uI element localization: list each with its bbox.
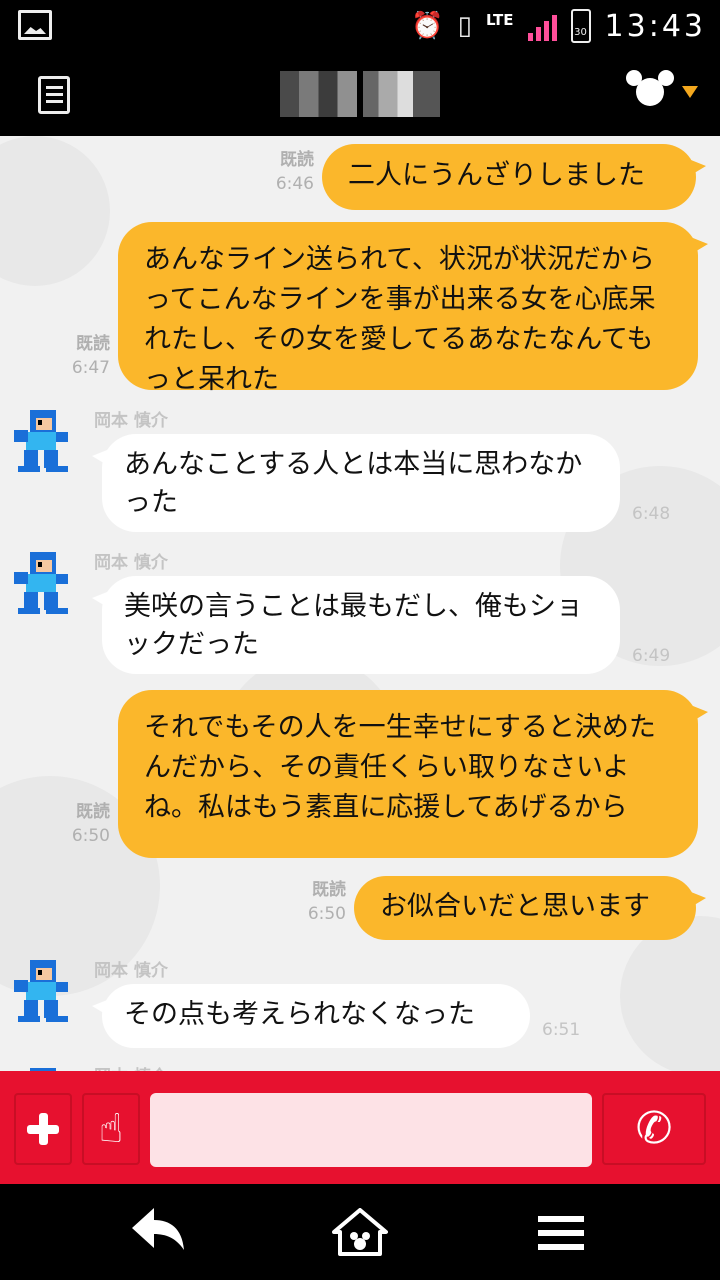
message-time: 6:46 — [275, 174, 314, 194]
incoming-message-bubble[interactable]: 美咲の言うことは最もだし、俺もショックだった — [92, 576, 620, 674]
sender-name: 岡本 慎介 — [94, 553, 168, 573]
menu-button[interactable] — [520, 1198, 600, 1266]
incoming-message-bubble[interactable]: その点も考えられなくなった — [92, 984, 530, 1048]
message-meta: 既読 6:50 — [282, 878, 346, 926]
robot-avatar-icon — [30, 1068, 56, 1071]
input-bar: ☝ ✆ — [0, 1071, 720, 1184]
incoming-message-bubble[interactable]: あんなことする人とは本当に思わなかった — [92, 434, 620, 532]
gallery-notification-icon — [18, 10, 52, 40]
avatar[interactable] — [8, 404, 80, 476]
battery-level: 30 — [574, 27, 587, 38]
message-meta: 既読 6:47 — [46, 332, 110, 380]
outgoing-message-bubble[interactable]: 二人にうんざりしました — [322, 144, 706, 210]
home-button[interactable] — [320, 1198, 400, 1266]
avatar[interactable] — [8, 954, 80, 1026]
add-attachment-button[interactable] — [14, 1093, 72, 1165]
dropdown-arrow-icon — [682, 86, 698, 98]
outgoing-message-bubble[interactable]: あんなライン送られて、状況が状況だからってこんなラインを事が出来る女を心底呆れた… — [118, 222, 708, 395]
message-input[interactable] — [150, 1093, 592, 1167]
message-text: 二人にうんざりしました — [348, 160, 645, 191]
message-time: 6:51 — [542, 1020, 581, 1040]
outgoing-message-bubble[interactable]: それでもその人を一生幸せにすると決めたんだから、その責任くらい取りなさいよね。私… — [118, 690, 708, 858]
message-time: 6:49 — [632, 646, 671, 666]
call-button[interactable]: ✆ — [602, 1093, 706, 1165]
message-meta: 既読 6:46 — [250, 148, 314, 196]
message-time: 6:47 — [71, 358, 110, 378]
mouse-head-icon[interactable] — [626, 70, 698, 116]
vibrate-icon: ▯ — [457, 11, 472, 41]
network-type: LTE — [485, 10, 514, 29]
back-button[interactable] — [118, 1198, 198, 1266]
status-icons: ⏰ ▯ LTE 30 13:43 — [411, 6, 706, 46]
sender-name: 岡本 慎介 — [94, 411, 168, 431]
sticker-button[interactable]: ☝ — [82, 1093, 140, 1165]
chat-area[interactable]: 既読 6:46 二人にうんざりしました 既読 6:47 あんなライン送られて、状… — [0, 136, 720, 1071]
read-receipt: 既読 — [312, 880, 346, 900]
alarm-icon: ⏰ — [411, 11, 444, 41]
read-receipt: 既読 — [280, 150, 314, 170]
signal-icon — [527, 11, 557, 41]
message-text: あんなライン送られて、状況が状況だからってこんなラインを事が出来る女を心底呆れた… — [144, 244, 656, 395]
message-text: あんなことする人とは本当に思わなかった — [124, 449, 583, 518]
back-arrow-icon — [132, 1208, 184, 1250]
status-bar: ⏰ ▯ LTE 30 13:43 — [0, 0, 720, 52]
chat-header — [0, 52, 720, 136]
sender-name: 岡本 慎介 — [94, 961, 168, 981]
robot-avatar-icon — [14, 960, 68, 1022]
avatar[interactable] — [8, 1062, 80, 1071]
phone-icon: ✆ — [635, 1103, 673, 1154]
message-text: お似合いだと思います — [380, 891, 650, 922]
message-time: 6:50 — [71, 826, 110, 846]
sender-name: 岡本 慎介 — [94, 1062, 168, 1071]
message-meta: 既読 6:50 — [46, 800, 110, 848]
glove-hand-icon: ☝ — [98, 1106, 124, 1152]
status-time: 13:43 — [604, 8, 706, 44]
contact-name-blurred — [280, 62, 440, 126]
robot-avatar-icon — [14, 410, 68, 472]
avatar[interactable] — [8, 546, 80, 618]
message-time: 6:48 — [632, 504, 671, 524]
message-text: その点も考えられなくなった — [124, 999, 475, 1030]
home-icon — [332, 1208, 388, 1256]
message-time: 6:50 — [307, 904, 346, 924]
message-text: それでもその人を一生幸せにすると決めたんだから、その責任くらい取りなさいよね。私… — [144, 712, 656, 823]
message-text: 美咲の言うことは最もだし、俺もショックだった — [124, 591, 583, 660]
robot-avatar-icon — [14, 552, 68, 614]
read-receipt: 既読 — [76, 334, 110, 354]
scroll-icon[interactable] — [32, 72, 78, 118]
navigation-bar — [0, 1184, 720, 1280]
battery-icon: 30 — [570, 9, 591, 43]
outgoing-message-bubble[interactable]: お似合いだと思います — [354, 876, 706, 940]
read-receipt: 既読 — [76, 802, 110, 822]
